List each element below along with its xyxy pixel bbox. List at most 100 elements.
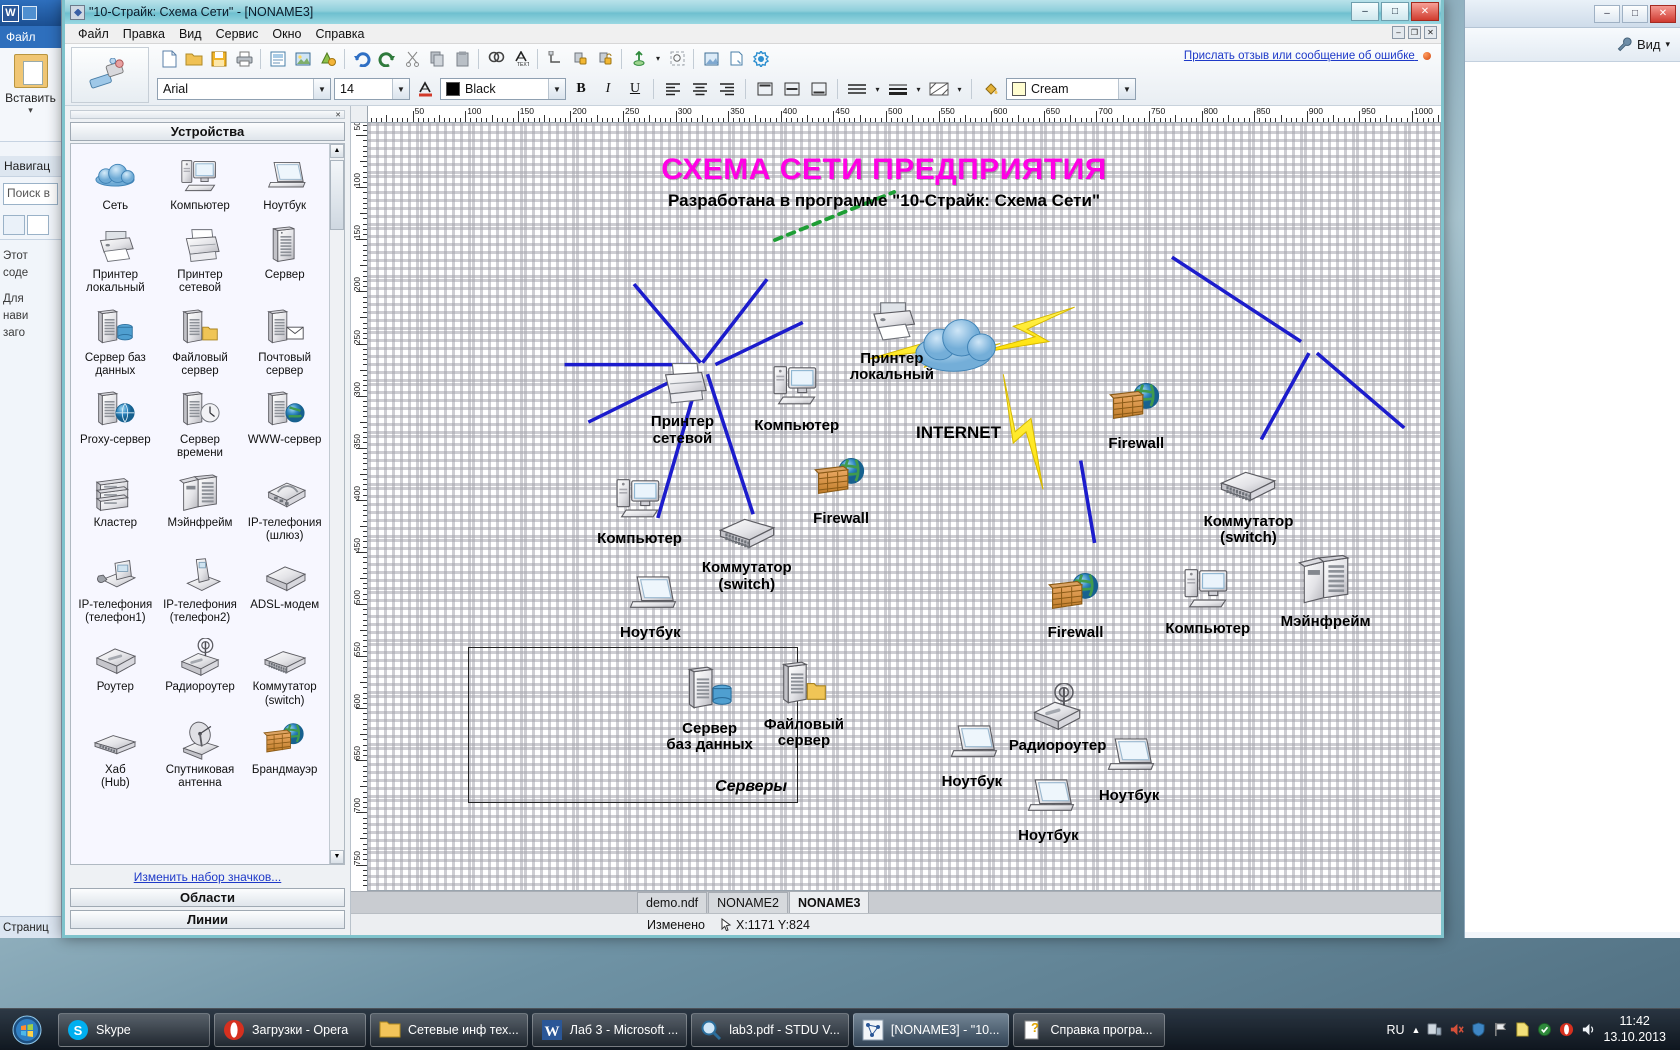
palette-item-cluster[interactable]: Кластер [73,467,158,549]
taskbar-item[interactable]: ?Справка програ... [1013,1013,1165,1047]
diagram-node-mainframe[interactable]: Мэйнфрейм [1281,554,1371,630]
app-titlebar[interactable]: "10-Страйк: Схема Сети" - [NONAME3] – □ … [65,0,1441,24]
taskbar-item[interactable]: Загрузки - Opera [214,1013,366,1047]
menu-item-service[interactable]: Сервис [209,25,266,43]
align-bottom-icon[interactable] [807,78,831,101]
diagram-node-db-server[interactable]: Сервербаз данных [666,665,753,753]
taskbar-item[interactable]: SSkype [58,1013,210,1047]
diagram-node-firewall-top[interactable]: Firewall [1108,380,1164,452]
find-text-icon[interactable]: TEXT [509,47,533,71]
taskbar-item[interactable]: Сетевые инф тех... [370,1013,528,1047]
palette-item-ip-phone2[interactable]: IP-телефония(телефон2) [158,549,243,631]
chevron-down-icon[interactable]: ▾ [954,78,965,101]
diagram-node-computer-right[interactable]: Компьютер [1165,565,1250,637]
paste-icon[interactable] [14,54,48,88]
lock-icon[interactable] [568,47,592,71]
unlock-icon[interactable] [593,47,617,71]
font-family-combo[interactable]: Arial ▼ [157,78,331,100]
menu-item-file[interactable]: Файл [71,25,116,43]
shield-icon[interactable] [1471,1022,1486,1037]
network-icon[interactable] [1427,1022,1442,1037]
palette-item-mainframe[interactable]: Мэйнфрейм [158,467,243,549]
align-right-icon[interactable] [715,78,739,101]
diagram-node-switch-right[interactable]: Коммутатор(switch) [1204,454,1294,546]
print-icon[interactable] [232,47,256,71]
paste-label[interactable]: Вставить [0,91,61,105]
palette-item-server[interactable]: Сервер [242,219,327,301]
language-indicator[interactable]: RU [1386,1023,1404,1037]
palette-header-devices[interactable]: Устройства [70,122,345,141]
palette-header-lines[interactable]: Линии [70,910,345,929]
close-icon[interactable]: ✕ [335,111,341,119]
image-export-icon[interactable] [291,47,315,71]
show-hidden-icons-icon[interactable]: ▲ [1412,1025,1421,1035]
program-logo-button[interactable] [71,47,149,103]
zoom-icon[interactable] [665,47,689,71]
diagram-node-printer-net[interactable]: Принтерсетевой [651,359,714,447]
background-right-window[interactable]: – □ ✕ Вид ▾ [1464,0,1680,938]
diagram-node-laptop-b3[interactable]: Ноутбук [1099,732,1160,804]
feedback-link[interactable]: Прислать отзыв или сообщение об ошибке [1184,50,1431,62]
mdi-close-button[interactable]: ✕ [1424,26,1437,39]
diagram-node-laptop-b1[interactable]: Ноутбук [942,719,1003,791]
palette-titlebar[interactable]: ✕ [70,110,345,119]
palette-header-areas[interactable]: Области [70,888,345,907]
chevron-down-icon[interactable]: ▼ [313,79,330,99]
palette-item-hub[interactable]: Хаб(Hub) [73,714,158,796]
diagram-canvas[interactable]: СХЕМА СЕТИ ПРЕДПРИЯТИЯ Разработана в про… [368,123,1441,891]
scroll-up-button[interactable]: ▲ [330,144,344,158]
font-color-icon[interactable] [413,77,437,101]
diagram-node-computer-left[interactable]: Компьютер [597,475,682,547]
underline-button[interactable]: U [623,78,647,101]
save-icon[interactable] [207,47,231,71]
scroll-down-button[interactable]: ▼ [330,850,344,864]
palette-item-time-server[interactable]: Сервервремени [158,384,243,466]
palette-item-proxy-server[interactable]: Proxy-сервер [73,384,158,466]
menu-item-edit[interactable]: Правка [116,25,172,43]
close-button[interactable]: ✕ [1411,2,1439,21]
palette-item-adsl-modem[interactable]: ADSL-модем [242,549,327,631]
taskbar-item[interactable]: lab3.pdf - STDU V... [691,1013,849,1047]
properties-icon[interactable] [724,47,748,71]
menu-item-view[interactable]: Вид [172,25,209,43]
change-icon-set-link[interactable]: Изменить набор значков... [70,865,345,888]
format-toolbar[interactable]: Arial ▼ 14 ▼ Black ▼ B I U [153,74,1441,105]
diagram-node-switch-main[interactable]: Коммутатор(switch) [702,501,792,593]
bold-button[interactable]: B [569,78,593,101]
background-word-window[interactable]: W Файл Вставить ▾ Навигац Поиск в Этот с… [0,0,62,938]
align-left-icon[interactable] [661,78,685,101]
chevron-down-icon[interactable]: ▾ [652,47,664,71]
diagram-node-firewall-bottom[interactable]: Firewall [1048,570,1104,642]
diagram-node-file-server[interactable]: Файловыйсервер [764,661,844,749]
chevron-down-icon[interactable]: ▼ [548,79,565,99]
fill-color-combo[interactable]: Cream ▼ [1006,78,1136,100]
taskbar-item[interactable]: [NONAME3] - "10... [853,1013,1009,1047]
palette-item-mail-server[interactable]: Почтовыйсервер [242,302,327,384]
cut-icon[interactable] [400,47,424,71]
diagram-node-laptop-b2[interactable]: Ноутбук [1018,773,1079,845]
windows-taskbar[interactable]: SSkypeЗагрузки - OperaСетевые инф тех...… [0,1008,1680,1050]
page-setup-icon[interactable] [266,47,290,71]
document-tab[interactable]: NONAME2 [708,892,788,913]
nav-tab-pages[interactable] [27,215,49,235]
ruler-corner[interactable] [351,106,368,122]
align-top-icon[interactable] [753,78,777,101]
italic-button[interactable]: I [596,78,620,101]
volume-mute-icon[interactable] [1449,1022,1464,1037]
document-tab[interactable]: NONAME3 [789,891,870,913]
paste-caret-icon[interactable]: ▾ [0,105,61,116]
window-controls[interactable]: – □ ✕ [1351,2,1439,21]
align-middle-icon[interactable] [780,78,804,101]
undo-icon[interactable] [350,47,374,71]
palette-item-laptop[interactable]: Ноутбук [242,150,327,219]
close-button[interactable]: ✕ [1650,5,1676,23]
flag-icon[interactable] [1493,1022,1508,1037]
font-size-combo[interactable]: 14 ▼ [334,78,410,100]
link-icon[interactable] [543,47,567,71]
menu-item-help[interactable]: Справка [308,25,371,43]
background-image-icon[interactable] [699,47,723,71]
view-label[interactable]: Вид [1637,37,1661,52]
diagram-node-wifi-router[interactable]: Радиороутер [1009,683,1107,755]
word-file-tab[interactable]: Файл [0,26,61,48]
open-folder-icon[interactable] [182,47,206,71]
